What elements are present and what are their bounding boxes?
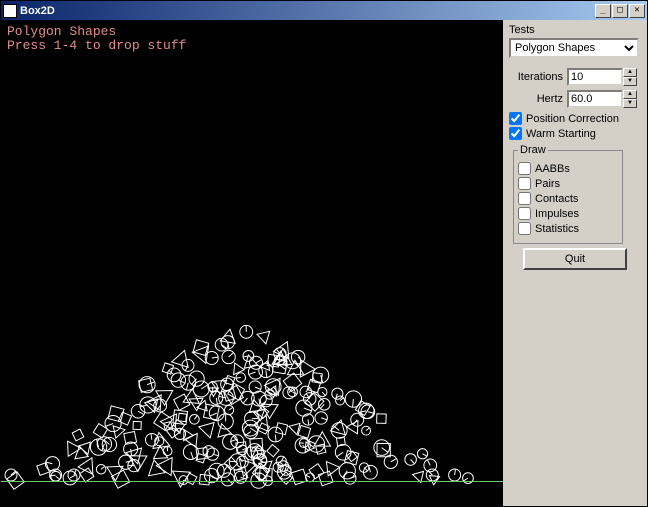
simulation-canvas[interactable]: Polygon Shapes Press 1-4 to drop stuff (1, 20, 503, 506)
contacts-checkbox[interactable] (518, 192, 531, 205)
tests-dropdown[interactable]: Polygon Shapes (509, 38, 639, 58)
titlebar-buttons: _ □ ✕ (595, 4, 645, 18)
warm-starting-checkbox[interactable] (509, 127, 522, 140)
statistics-checkbox[interactable] (518, 222, 531, 235)
warm-starting-label: Warm Starting (526, 128, 596, 140)
aabbs-checkbox[interactable] (518, 162, 531, 175)
minimize-button[interactable]: _ (595, 4, 611, 18)
app-icon (3, 4, 17, 18)
iterations-label: Iterations (509, 71, 563, 83)
quit-button[interactable]: Quit (523, 248, 627, 270)
hertz-label: Hertz (509, 93, 563, 105)
iterations-row: Iterations ▲ ▼ (509, 68, 641, 86)
close-button[interactable]: ✕ (629, 4, 645, 18)
iterations-input[interactable] (567, 68, 623, 86)
iterations-up[interactable]: ▲ (623, 68, 637, 77)
impulses-checkbox[interactable] (518, 207, 531, 220)
draw-fieldset: Draw AABBs Pairs Contacts Impulses Stati… (513, 144, 623, 244)
position-correction-label: Position Correction (526, 113, 619, 125)
ground-line (1, 481, 503, 482)
pairs-checkbox[interactable] (518, 177, 531, 190)
control-panel: Tests Polygon Shapes Iterations ▲ ▼ Hert… (503, 20, 647, 506)
hertz-row: Hertz ▲ ▼ (509, 90, 641, 108)
hertz-input[interactable] (567, 90, 623, 108)
impulses-label: Impulses (535, 208, 579, 220)
position-correction-checkbox[interactable] (509, 112, 522, 125)
tests-label: Tests (509, 24, 641, 36)
maximize-button[interactable]: □ (612, 4, 628, 18)
aabbs-label: AABBs (535, 163, 570, 175)
app-window: Box2D _ □ ✕ Polygon Shapes Press 1-4 to … (0, 0, 648, 507)
pairs-label: Pairs (535, 178, 560, 190)
draw-legend: Draw (518, 144, 548, 156)
content: Polygon Shapes Press 1-4 to drop stuff T… (1, 20, 647, 506)
iterations-down[interactable]: ▼ (623, 77, 637, 86)
statistics-label: Statistics (535, 223, 579, 235)
shape-pile (1, 20, 503, 506)
contacts-label: Contacts (535, 193, 578, 205)
titlebar: Box2D _ □ ✕ (1, 1, 647, 20)
hertz-up[interactable]: ▲ (623, 90, 637, 99)
hertz-down[interactable]: ▼ (623, 99, 637, 108)
window-title: Box2D (20, 5, 595, 17)
